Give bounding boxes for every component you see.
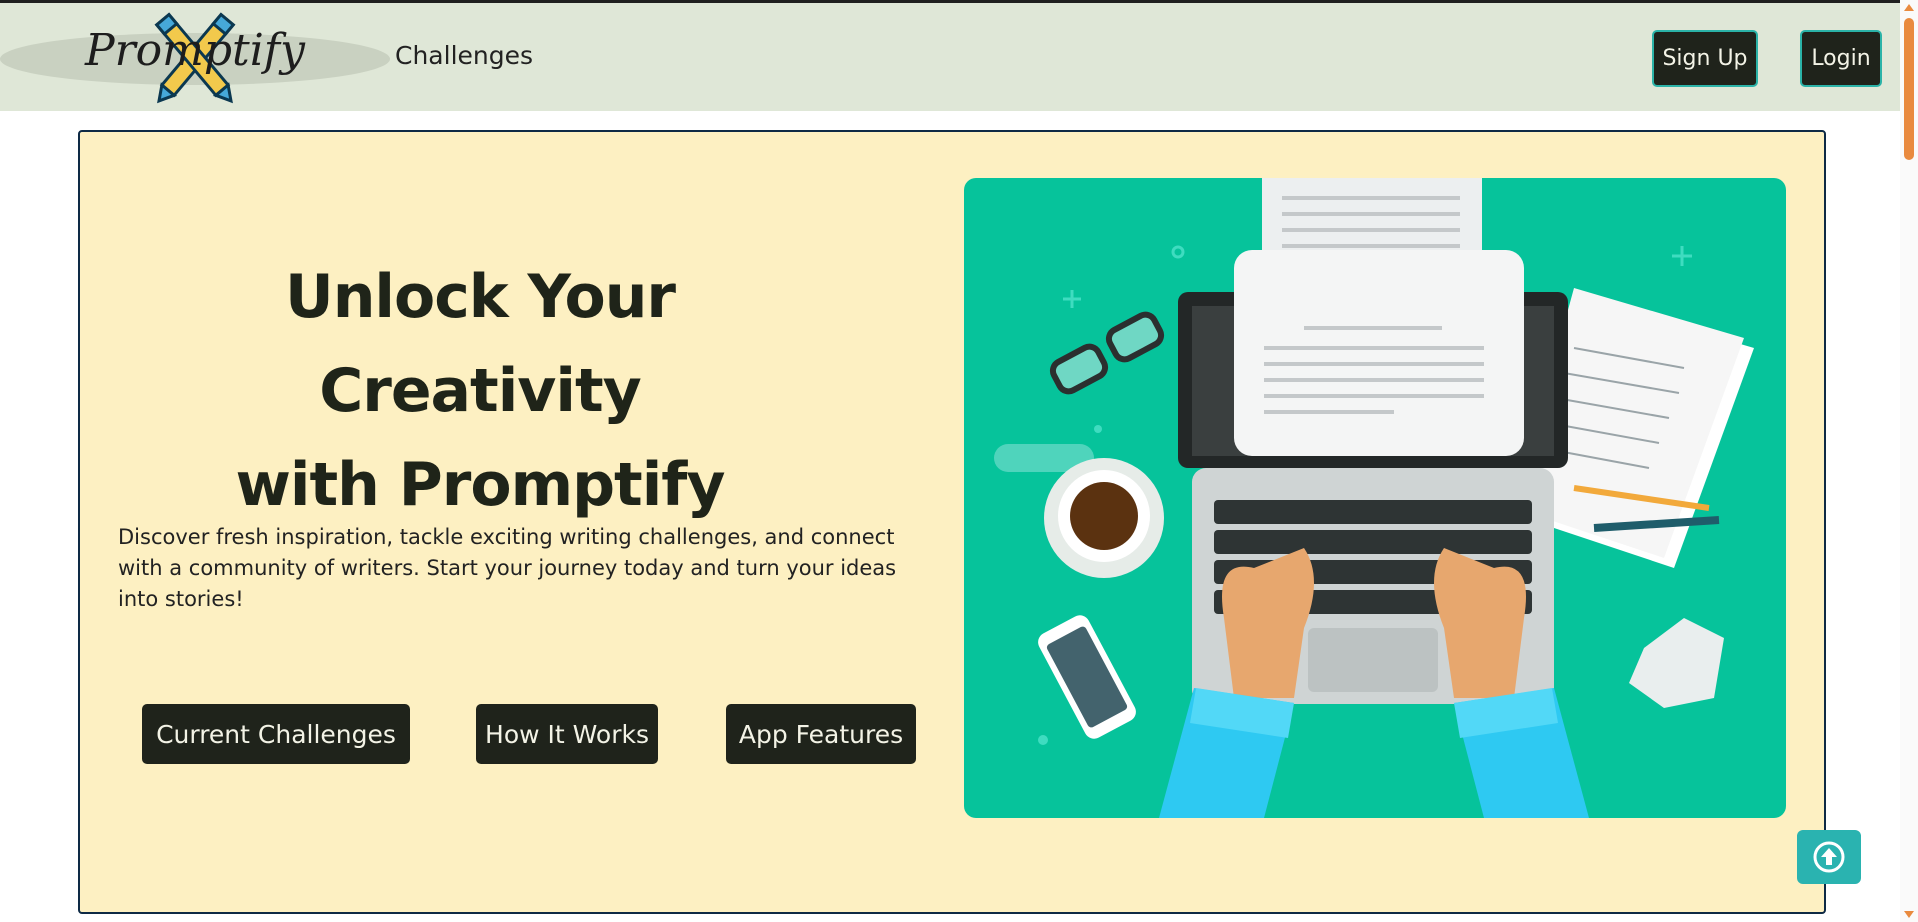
hero-title-line1: Unlock Your Creativity (284, 262, 676, 426)
navbar: Promptify Challenges Sign Up Login (0, 3, 1900, 111)
illustration-graphic (994, 178, 1754, 818)
promptify-logo[interactable]: Promptify (0, 3, 390, 111)
scroll-up-arrow-icon[interactable] (1904, 4, 1914, 11)
signup-button[interactable]: Sign Up (1652, 30, 1758, 87)
scroll-to-top-button[interactable] (1797, 830, 1861, 884)
login-button[interactable]: Login (1800, 30, 1882, 87)
how-it-works-button[interactable]: How It Works (476, 704, 658, 764)
laptop-typing-illustration (964, 178, 1786, 818)
logo-text: Promptify (84, 25, 306, 76)
logo-graphic: Promptify (0, 12, 390, 104)
hero-section: Unlock Your Creativity with Promptify Di… (78, 130, 1826, 914)
app-features-button[interactable]: App Features (726, 704, 916, 764)
hero-title-line2: with Promptify (235, 450, 726, 520)
scroll-thumb[interactable] (1904, 18, 1914, 160)
hero-title: Unlock Your Creativity with Promptify (120, 250, 840, 532)
page-scrollbar[interactable] (1900, 0, 1918, 922)
nav-link-challenges[interactable]: Challenges (395, 41, 533, 70)
hero-description: Discover fresh inspiration, tackle excit… (118, 525, 897, 611)
scroll-down-arrow-icon[interactable] (1904, 911, 1914, 918)
current-challenges-button[interactable]: Current Challenges (142, 704, 410, 764)
arrow-up-circle-icon (1813, 841, 1845, 873)
